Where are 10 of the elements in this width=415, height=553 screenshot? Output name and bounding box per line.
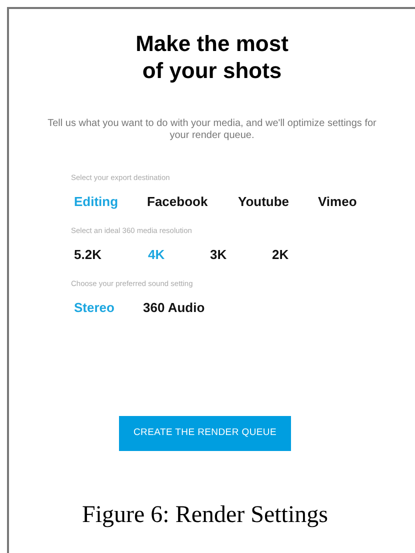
option-button[interactable]: Youtube xyxy=(238,194,290,209)
option-button[interactable]: 5.2K xyxy=(74,247,102,262)
figure-caption: Figure 6: Render Settings xyxy=(81,501,329,529)
option-button[interactable]: 360 Audio xyxy=(143,300,205,315)
option-button[interactable]: 2K xyxy=(272,247,289,262)
option-button[interactable]: Facebook xyxy=(147,194,208,209)
description: Tell us what you want to do with your media, and we'll optimize settings for your render queue. xyxy=(47,118,377,142)
option-button[interactable]: Vimeo xyxy=(318,194,357,209)
heading: Make the most of your shots xyxy=(136,30,288,84)
option-button[interactable]: 3K xyxy=(210,247,227,262)
